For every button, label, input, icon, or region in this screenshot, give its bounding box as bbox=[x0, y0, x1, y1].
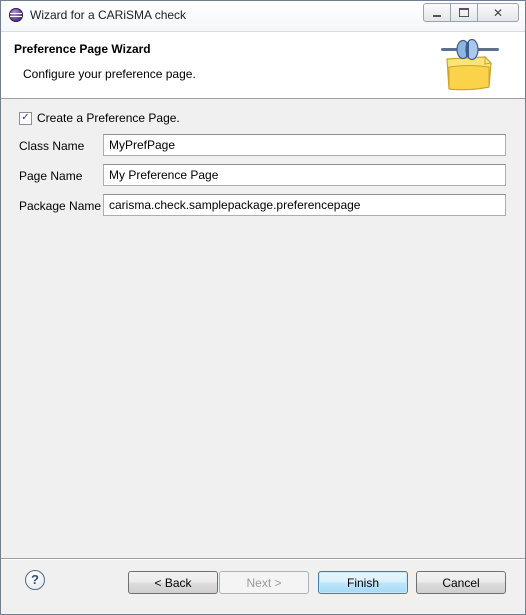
create-preference-page-option[interactable]: ✓ Create a Preference Page. bbox=[19, 111, 180, 125]
package-name-field[interactable]: carisma.check.samplepackage.preferencepa… bbox=[103, 194, 506, 216]
finish-button[interactable]: Finish bbox=[318, 571, 408, 594]
class-name-label: Class Name bbox=[19, 139, 85, 153]
wizard-banner-icon bbox=[441, 38, 499, 91]
eclipse-app-icon bbox=[9, 8, 23, 22]
minimize-icon bbox=[433, 14, 441, 17]
close-button[interactable]: ✕ bbox=[478, 3, 519, 22]
page-name-field[interactable]: My Preference Page bbox=[103, 164, 506, 186]
footer-separator bbox=[1, 558, 525, 560]
page-description: Configure your preference page. bbox=[23, 67, 196, 81]
title-bar[interactable]: Wizard for a CARiSMA check ✕ bbox=[1, 1, 525, 32]
close-icon: ✕ bbox=[492, 5, 504, 20]
create-preference-page-label: Create a Preference Page. bbox=[37, 111, 180, 125]
maximize-icon bbox=[459, 8, 469, 17]
help-icon[interactable]: ? bbox=[25, 570, 45, 590]
cancel-button[interactable]: Cancel bbox=[416, 571, 506, 594]
window-title: Wizard for a CARiSMA check bbox=[30, 8, 187, 22]
wizard-dialog: Wizard for a CARiSMA check ✕ Preference … bbox=[0, 0, 526, 615]
next-button[interactable]: Next > bbox=[219, 571, 309, 594]
maximize-button[interactable] bbox=[451, 3, 478, 22]
window-controls: ✕ bbox=[423, 3, 519, 22]
wizard-content: ✓ Create a Preference Page. Class Name M… bbox=[1, 99, 525, 559]
package-name-label: Package Name bbox=[19, 199, 102, 213]
create-preference-page-checkbox[interactable]: ✓ bbox=[19, 111, 32, 125]
wizard-banner: Preference Page Wizard Configure your pr… bbox=[1, 32, 525, 99]
class-name-field[interactable]: MyPrefPage bbox=[103, 134, 506, 156]
checkmark-icon: ✓ bbox=[21, 112, 30, 123]
page-title: Preference Page Wizard bbox=[14, 42, 151, 56]
page-name-label: Page Name bbox=[19, 169, 83, 183]
minimize-button[interactable] bbox=[423, 3, 451, 22]
back-button[interactable]: < Back bbox=[128, 571, 218, 594]
